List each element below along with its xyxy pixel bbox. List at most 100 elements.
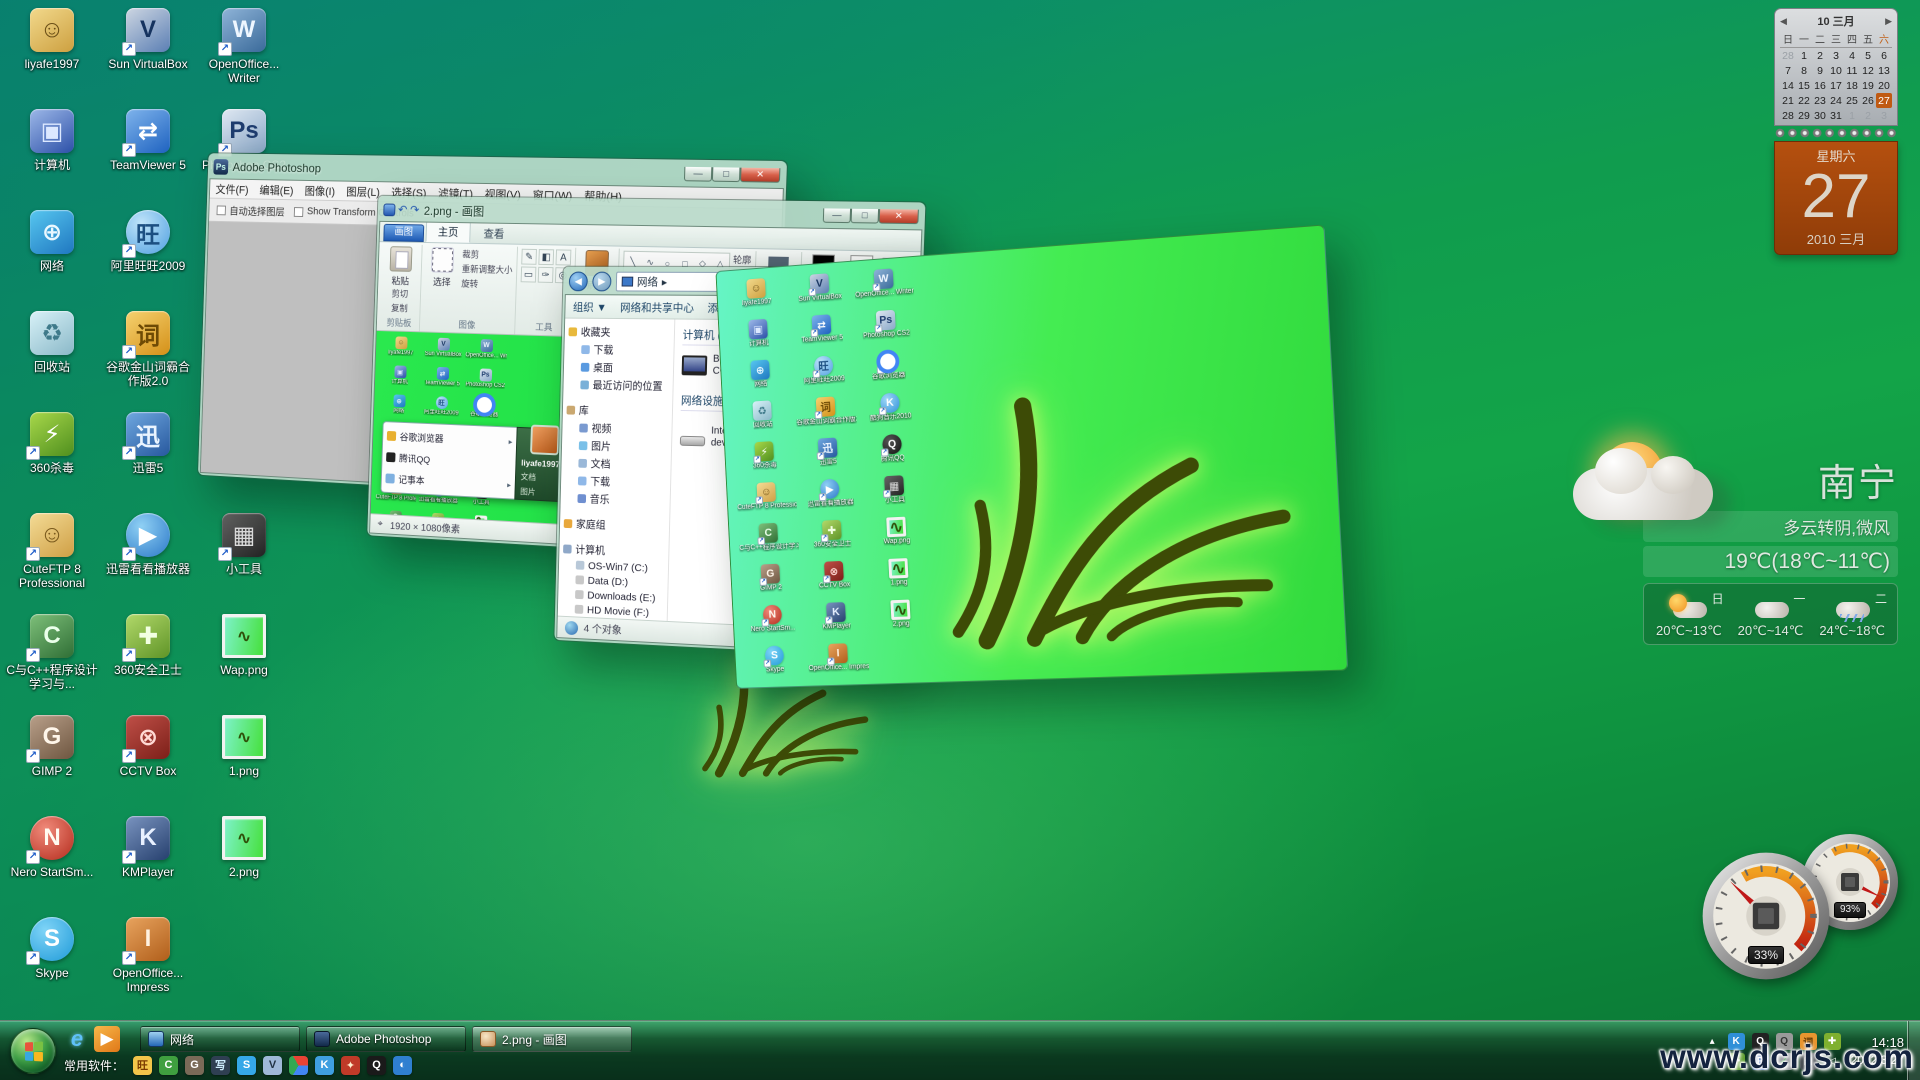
- checkbox-icon: [294, 207, 304, 217]
- paint-caption-buttons: — □ ✕: [823, 208, 919, 224]
- network-status-icon: [565, 620, 578, 634]
- window-button-label: 2.png - 画图: [502, 1031, 567, 1048]
- quicklaunch-icon[interactable]: 旺: [133, 1056, 152, 1075]
- start-menu-item: 腾讯QQ: [386, 450, 512, 470]
- tool-button[interactable]: ✑: [538, 267, 554, 283]
- taskbar-window-button[interactable]: 网络: [140, 1026, 300, 1052]
- options-checkbox-item[interactable]: 自动选择图层: [216, 203, 284, 219]
- mini-desktop-icon: ⊗↗ CCTV Box: [801, 558, 867, 602]
- menu-item[interactable]: 文件(F): [215, 181, 248, 197]
- mini-desktop-icon: ☺↗ liyafe1997: [724, 274, 789, 319]
- taskbar-quicklaunch-row: 常用软件： 旺 C G 写 S V K: [64, 1053, 412, 1077]
- mini-desktop-icon: 迅↗ 迅雷5: [795, 434, 861, 479]
- close-button[interactable]: ✕: [879, 209, 919, 224]
- window-button-label: 网络: [170, 1031, 194, 1048]
- canvas-mini-icon: 旺↗ 阿里旺旺2009: [420, 395, 464, 426]
- nav-tree-item[interactable]: 下载: [568, 340, 674, 359]
- quicklaunch-icon[interactable]: S: [237, 1056, 256, 1075]
- crop-button[interactable]: 裁剪: [462, 248, 513, 262]
- tab-view[interactable]: 查看: [472, 223, 516, 243]
- ribbon-group-image: 选择 裁剪 重新调整大小 旋转 图像: [420, 245, 518, 334]
- save-icon[interactable]: [383, 203, 395, 216]
- start-menu-item-icon: [387, 431, 396, 441]
- tab-home[interactable]: 主页: [426, 221, 471, 243]
- maximize-button[interactable]: □: [851, 209, 880, 224]
- redo-icon[interactable]: ↷: [410, 203, 420, 217]
- nav-item-icon: [576, 561, 585, 570]
- mini-desktop-icon: N↗ Nero StartSm...: [740, 602, 805, 645]
- menu-item[interactable]: 编辑(E): [259, 182, 293, 198]
- nav-tree-item[interactable]: 收藏夹: [568, 323, 674, 342]
- maximize-button[interactable]: □: [712, 167, 741, 182]
- minimize-button[interactable]: —: [684, 167, 712, 182]
- nav-tree-item[interactable]: 家庭组: [564, 514, 670, 536]
- launcher-icon[interactable]: e: [64, 1026, 90, 1052]
- item-count: 4 个对象: [584, 621, 622, 638]
- quick-access-toolbar: ↶ ↷: [383, 203, 419, 217]
- quicklaunch-icon[interactable]: K: [315, 1056, 334, 1075]
- quicklaunch-icon[interactable]: G: [185, 1056, 204, 1075]
- nav-tree-item[interactable]: 音乐: [564, 489, 670, 510]
- window-button-icon: [148, 1031, 164, 1047]
- tool-button[interactable]: ✎: [521, 249, 537, 265]
- quicklaunch-icon[interactable]: ◐: [393, 1056, 412, 1075]
- toolbar-command[interactable]: 网络和共享中心: [620, 299, 694, 315]
- cut-button[interactable]: 剪切: [391, 287, 408, 300]
- paint-app-button[interactable]: 画图: [383, 224, 424, 242]
- mini-desktop-icon: 词↗ 谷歌金山词霸合作版2.0: [793, 393, 859, 438]
- resize-button[interactable]: 重新调整大小: [462, 262, 513, 276]
- undo-icon[interactable]: ↶: [398, 203, 408, 217]
- quicklaunch-icon[interactable]: [289, 1056, 308, 1075]
- nav-item-icon: [575, 605, 584, 614]
- close-button[interactable]: ✕: [740, 168, 780, 183]
- select-button[interactable]: 选择: [425, 247, 460, 289]
- outline-button[interactable]: 轮廓: [733, 253, 752, 267]
- nav-item-icon: [563, 544, 572, 553]
- window-button-icon: [314, 1031, 330, 1047]
- nav-tree-item[interactable]: 桌面: [568, 358, 674, 377]
- paste-button[interactable]: 粘贴: [384, 246, 418, 287]
- explorer-nav-pane: 收藏夹 下载 桌面 最近访问的位置: [558, 319, 676, 621]
- rotate-button[interactable]: 旋转: [461, 277, 512, 291]
- nav-item-icon: [564, 519, 573, 528]
- nav-item-icon: [580, 380, 589, 389]
- canvas-mini-icon: ∿↗ 1.png: [457, 543, 501, 544]
- start-button[interactable]: [10, 1028, 56, 1074]
- watermark-text: www.dcrjs.com: [1660, 1038, 1914, 1076]
- tool-button[interactable]: ▭: [521, 266, 537, 282]
- start-menu-item-icon: [386, 452, 395, 462]
- canvas-mini-icon: W↗ OpenOffice... Writer: [464, 338, 508, 369]
- minimize-button[interactable]: —: [823, 208, 851, 223]
- group-label: 剪贴板: [386, 315, 411, 331]
- select-icon: [431, 247, 454, 273]
- paint-title: 2.png - 画图: [424, 202, 485, 219]
- canvas-start-menu: 谷歌浏览器 ▸ 腾讯QQ 记事本 ▸: [380, 421, 579, 503]
- taskbar-window-button[interactable]: Adobe Photoshop: [306, 1026, 466, 1052]
- back-button[interactable]: ◀: [569, 272, 588, 292]
- nav-tree-item[interactable]: 最近访问的位置: [567, 375, 673, 395]
- menu-item[interactable]: 图层(L): [346, 183, 380, 199]
- canvas-mini-icon: ↗ 谷歌浏览器: [462, 396, 506, 427]
- menu-item[interactable]: 图像(I): [304, 182, 335, 198]
- toolbar-command[interactable]: 组织 ▼: [573, 299, 607, 315]
- forward-button[interactable]: ▶: [592, 272, 611, 292]
- nav-item-icon: [577, 494, 586, 503]
- flip3d-desktop-layer[interactable]: ☺↗ liyafe1997 ▣↗ 计算机 ⊕↗ 网络 ♻↗ 回收站 ⚡↗ 360…: [715, 224, 1348, 688]
- quicklaunch-icon[interactable]: C: [159, 1056, 178, 1075]
- quicklaunch-icon[interactable]: ✦: [341, 1056, 360, 1075]
- tool-button[interactable]: A: [556, 249, 572, 265]
- quicklaunch-icon[interactable]: Q: [367, 1056, 386, 1075]
- canvas-mini-icon: ⊕↗ 网络: [377, 393, 420, 424]
- canvas-mini-icon: V↗ Sun VirtualBox: [421, 336, 465, 367]
- canvas-mini-icon: ⊗↗ CCTV Box: [415, 540, 459, 543]
- photoshop-window-icon: Ps: [213, 159, 228, 175]
- quicklaunch-icon[interactable]: V: [263, 1056, 282, 1075]
- quicklaunch-icon[interactable]: 写: [211, 1056, 230, 1075]
- copy-button[interactable]: 复制: [391, 301, 408, 314]
- photoshop-title: Adobe Photoshop: [232, 160, 321, 175]
- launcher-icon[interactable]: ▶: [94, 1026, 120, 1052]
- taskbar-window-button[interactable]: 2.png - 画图: [472, 1026, 632, 1052]
- breadcrumb-separator: ▸: [662, 275, 668, 288]
- nav-tree-item[interactable]: 库: [566, 401, 672, 421]
- tool-button[interactable]: ◧: [538, 249, 554, 265]
